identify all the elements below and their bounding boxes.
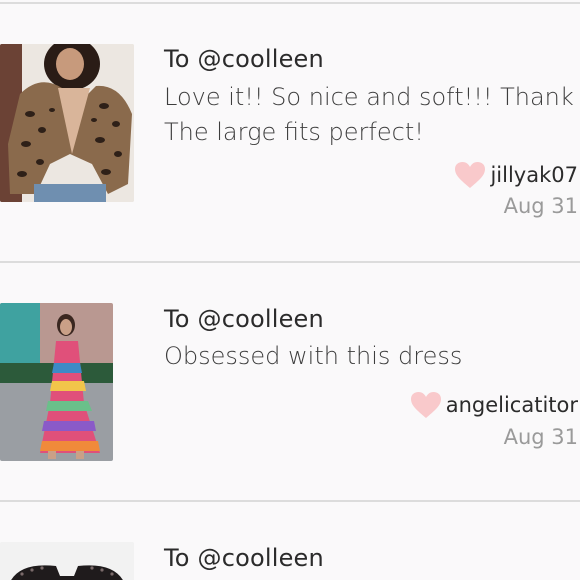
comment-card: To @coolleen Obsessed with this dress an…: [0, 263, 580, 501]
comment-card: To @coolleen Love it!! So nice and soft!…: [0, 0, 580, 262]
author-username[interactable]: angelicatitor: [446, 393, 578, 417]
recipient-line: To @coolleen: [164, 45, 324, 73]
heart-icon[interactable]: [410, 391, 442, 419]
striped-dress-photo: [0, 303, 113, 461]
recipient-line: To @coolleen: [164, 305, 324, 333]
comment-author-row: angelicatitor: [410, 391, 578, 419]
comment-text: Obsessed with this dress: [164, 342, 463, 370]
heart-icon[interactable]: [454, 161, 486, 189]
listing-thumbnail[interactable]: [0, 542, 134, 580]
comment-text: Love it!! So nice and soft!!! Thank y: [164, 83, 580, 111]
comment-feed: To @coolleen Love it!! So nice and soft!…: [0, 0, 580, 580]
comment-text: The large fits perfect!: [164, 118, 424, 146]
sunglasses-photo: [0, 542, 134, 580]
leopard-coat-photo: [0, 44, 134, 202]
comment-author-row: jillyak07: [454, 161, 578, 189]
comment-date: Aug 31: [503, 425, 578, 449]
comment-card: To @coolleen: [0, 502, 580, 580]
author-username[interactable]: jillyak07: [490, 163, 578, 187]
recipient-line: To @coolleen: [164, 544, 324, 572]
listing-thumbnail[interactable]: [0, 303, 113, 461]
comment-date: Aug 31: [503, 194, 578, 218]
listing-thumbnail[interactable]: [0, 44, 134, 202]
